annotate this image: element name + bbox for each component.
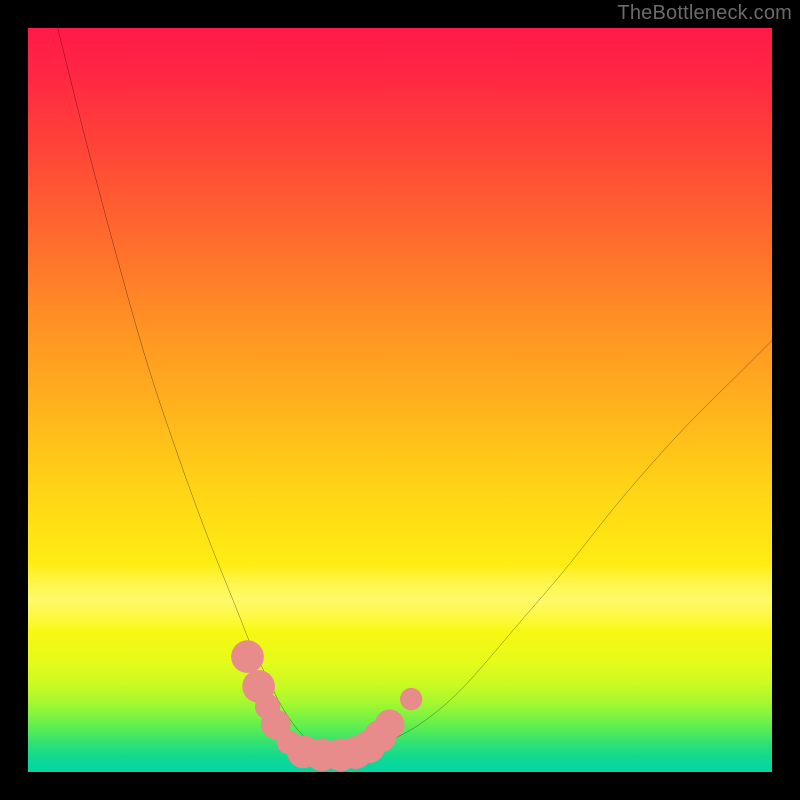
overlay-dot [400,688,422,710]
watermark-text: TheBottleneck.com [617,2,792,25]
marker-layer [231,640,422,771]
chart-frame: TheBottleneck.com [0,0,800,800]
overlay-dot [375,710,405,740]
bottleneck-curve [58,28,772,751]
chart-svg [28,28,772,772]
overlay-dot [231,640,264,673]
plot-area [28,28,772,772]
